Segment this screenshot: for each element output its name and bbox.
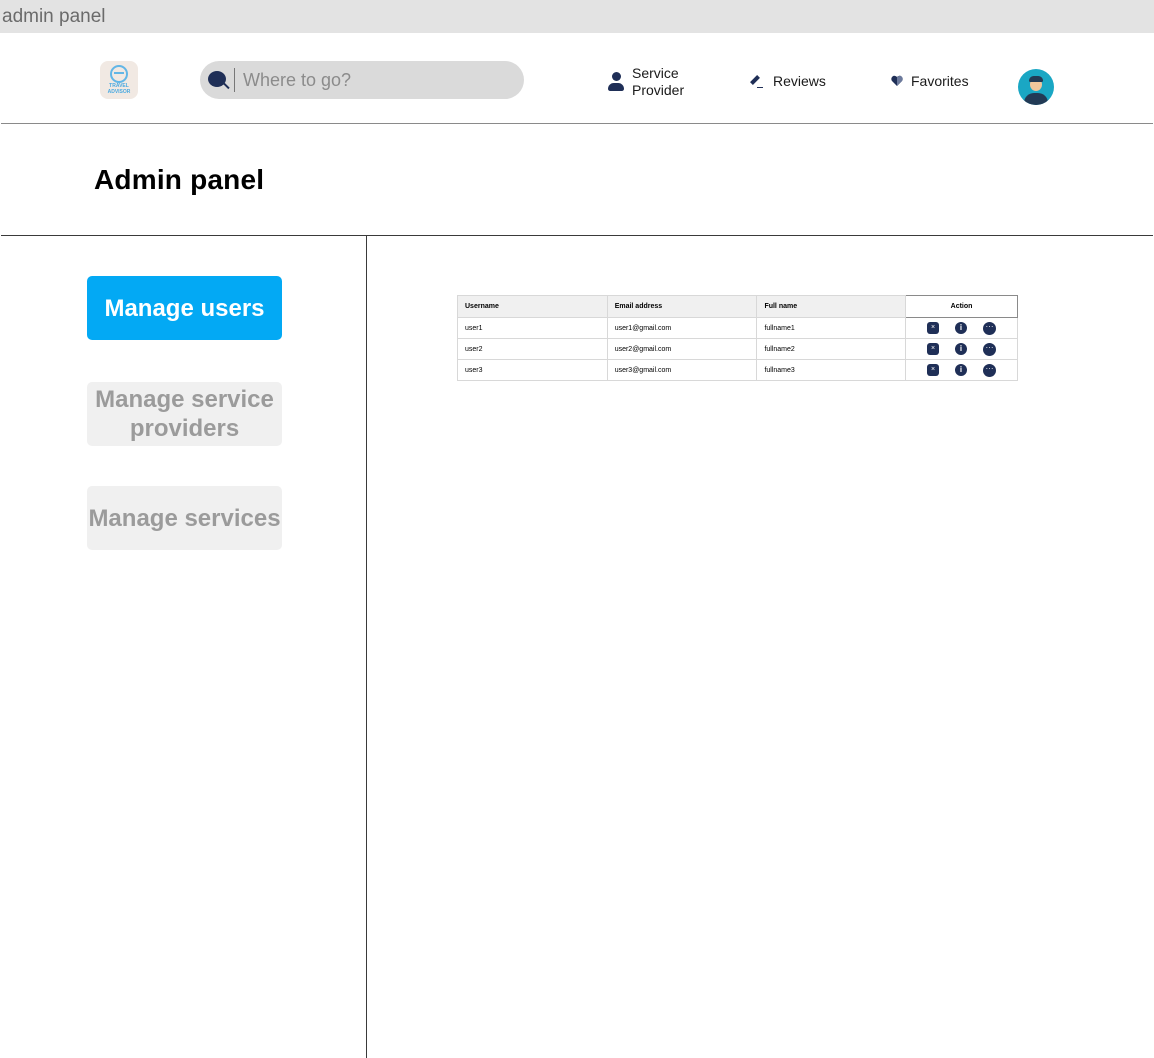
cell-email: user3@gmail.com bbox=[606, 359, 758, 381]
search-divider bbox=[234, 68, 235, 92]
delete-icon[interactable]: × bbox=[927, 343, 940, 355]
nav-favorites-label: Favorites bbox=[911, 73, 969, 89]
more-icon[interactable]: ··· bbox=[983, 363, 997, 377]
sidebar-item-manage-users[interactable]: Manage users bbox=[87, 276, 282, 340]
column-header-action: Action bbox=[905, 295, 1018, 318]
table-row: user3 user3@gmail.com fullname3 × i ··· bbox=[457, 359, 1018, 381]
info-icon[interactable]: i bbox=[955, 343, 968, 355]
table-row: user1 user1@gmail.com fullname1 × i ··· bbox=[457, 317, 1018, 339]
cell-full-name: fullname2 bbox=[756, 338, 907, 360]
frame-label: admin panel bbox=[0, 0, 1154, 33]
column-header-username: Username bbox=[457, 295, 608, 318]
top-header: TRAVEL ADVISOR Service Provider Reviews bbox=[1, 33, 1153, 124]
avatar-icon[interactable] bbox=[1018, 69, 1054, 105]
info-icon[interactable]: i bbox=[955, 364, 968, 376]
more-icon[interactable]: ··· bbox=[983, 321, 997, 335]
delete-icon[interactable]: × bbox=[927, 364, 940, 376]
table-header-row: Username Email address Full name Action bbox=[457, 295, 1018, 318]
cell-actions: × i ··· bbox=[905, 317, 1018, 339]
cell-actions: × i ··· bbox=[905, 359, 1018, 381]
logo-text-line2: ADVISOR bbox=[107, 89, 131, 95]
nav-service-provider-line2: Provider bbox=[632, 82, 685, 98]
sidebar-item-manage-service-providers[interactable]: Manage service providers bbox=[87, 382, 282, 446]
nav-service-provider-line1: Service bbox=[632, 65, 679, 81]
cell-username: user2 bbox=[457, 338, 608, 360]
cell-email: user2@gmail.com bbox=[606, 338, 758, 360]
info-icon[interactable]: i bbox=[955, 322, 968, 334]
users-table-container: Username Email address Full name Action … bbox=[457, 295, 1019, 381]
page-title: Admin panel bbox=[94, 164, 265, 195]
app-logo[interactable]: TRAVEL ADVISOR bbox=[100, 61, 138, 99]
users-table: Username Email address Full name Action … bbox=[457, 295, 1018, 381]
search-bar bbox=[200, 61, 524, 99]
nav-service-provider[interactable]: Service Provider bbox=[608, 65, 684, 99]
sidebar-item-manage-services[interactable]: Manage services bbox=[87, 486, 282, 550]
cell-email: user1@gmail.com bbox=[606, 317, 758, 339]
column-header-full-name: Full name bbox=[756, 295, 907, 318]
globe-icon bbox=[110, 65, 128, 83]
cell-username: user1 bbox=[457, 317, 608, 339]
sidebar: Manage users Manage service providers Ma… bbox=[1, 236, 367, 1058]
cell-full-name: fullname3 bbox=[756, 359, 907, 381]
cell-full-name: fullname1 bbox=[756, 317, 907, 339]
heart-icon bbox=[890, 74, 904, 88]
nav-reviews-label: Reviews bbox=[773, 73, 826, 89]
more-icon[interactable]: ··· bbox=[983, 342, 997, 356]
search-icon[interactable] bbox=[208, 69, 230, 91]
table-row: user2 user2@gmail.com fullname2 × i ··· bbox=[457, 338, 1018, 360]
user-icon bbox=[608, 72, 624, 92]
nav-service-provider-label: Service Provider bbox=[632, 65, 684, 99]
nav-favorites[interactable]: Favorites bbox=[890, 73, 969, 89]
nav-reviews[interactable]: Reviews bbox=[748, 73, 826, 89]
column-header-email: Email address bbox=[606, 295, 758, 318]
cell-actions: × i ··· bbox=[905, 338, 1018, 360]
app-frame: TRAVEL ADVISOR Service Provider Reviews bbox=[1, 33, 1153, 1058]
delete-icon[interactable]: × bbox=[927, 322, 940, 334]
search-input[interactable] bbox=[243, 69, 503, 91]
cell-username: user3 bbox=[457, 359, 608, 381]
title-band: Admin panel bbox=[1, 124, 1153, 236]
pencil-icon bbox=[748, 73, 764, 89]
